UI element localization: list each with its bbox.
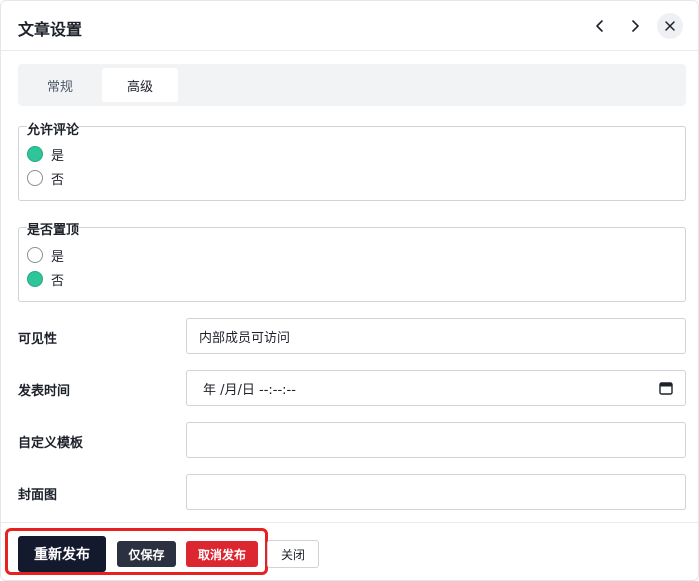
radio-label: 是 bbox=[51, 249, 65, 265]
cover-image-label: 封面图 bbox=[18, 488, 58, 503]
pin-top-group bbox=[18, 227, 686, 302]
pin-top-legend: 是否置顶 bbox=[27, 219, 80, 238]
chevron-left-icon bbox=[596, 20, 603, 32]
radio-label: 否 bbox=[51, 273, 65, 289]
custom-template-input[interactable] bbox=[186, 422, 686, 458]
save-only-button[interactable]: 仅保存 bbox=[117, 541, 176, 567]
unpublish-button[interactable]: 取消发布 bbox=[186, 541, 258, 567]
radio-label: 是 bbox=[51, 148, 65, 164]
radio-checked-indicator bbox=[27, 271, 43, 287]
tab-general[interactable]: 常规 bbox=[22, 68, 98, 102]
publish-time-input[interactable]: 年 /月/日 --:--:-- bbox=[186, 370, 686, 406]
close-dialog-button[interactable] bbox=[657, 13, 683, 39]
visibility-select[interactable]: 内部成员可访问 bbox=[186, 318, 686, 354]
tab-advanced[interactable]: 高级 bbox=[102, 68, 178, 102]
visibility-value: 内部成员可访问 bbox=[199, 330, 291, 346]
republish-button[interactable]: 重新发布 bbox=[18, 536, 106, 572]
pin-top-yes-radio[interactable]: 是 bbox=[27, 246, 65, 265]
footer-divider bbox=[1, 522, 698, 523]
publish-time-label: 发表时间 bbox=[18, 384, 71, 399]
radio-unchecked-indicator bbox=[27, 170, 43, 186]
pin-top-no-radio[interactable]: 否 bbox=[27, 270, 65, 289]
allow-comments-no-radio[interactable]: 否 bbox=[27, 169, 65, 188]
cover-image-input[interactable] bbox=[186, 474, 686, 510]
visibility-label: 可见性 bbox=[18, 332, 58, 347]
article-settings-dialog: 文章设置 常规 高级 允许评论 是 否 是否置顶 是 否 可见性 内部成员可访问… bbox=[0, 0, 699, 581]
close-button[interactable]: 关闭 bbox=[267, 540, 319, 568]
publish-time-value: 年 /月/日 --:--:-- bbox=[203, 382, 296, 398]
radio-checked-indicator bbox=[27, 146, 43, 162]
dialog-header: 文章设置 bbox=[1, 1, 698, 51]
next-button[interactable] bbox=[622, 13, 648, 39]
allow-comments-group bbox=[18, 126, 686, 201]
radio-unchecked-indicator bbox=[27, 247, 43, 263]
custom-template-label: 自定义模板 bbox=[18, 436, 84, 451]
radio-label: 否 bbox=[51, 172, 65, 188]
allow-comments-yes-radio[interactable]: 是 bbox=[27, 145, 65, 164]
allow-comments-legend: 允许评论 bbox=[27, 119, 80, 138]
prev-button[interactable] bbox=[587, 13, 613, 39]
chevron-right-icon bbox=[632, 20, 639, 32]
settings-tabs: 常规 高级 bbox=[18, 64, 686, 106]
calendar-icon[interactable] bbox=[659, 381, 673, 395]
close-icon bbox=[665, 21, 675, 31]
dialog-title: 文章设置 bbox=[18, 20, 83, 39]
